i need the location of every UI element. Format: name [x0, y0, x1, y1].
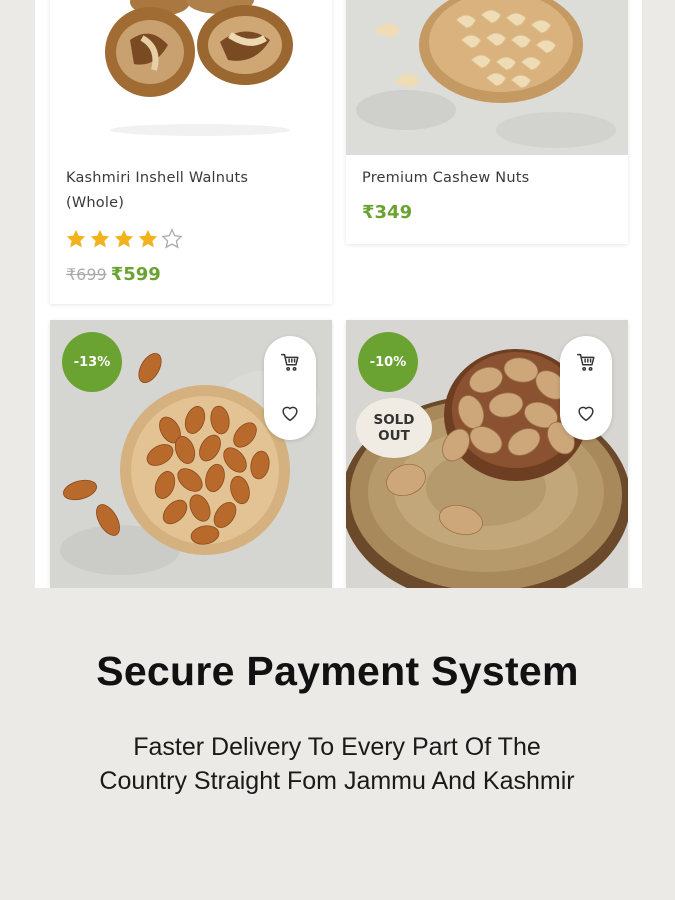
current-price: ₹599	[110, 264, 161, 285]
product-card-cashew[interactable]: Premium Cashew Nuts ₹349	[346, 0, 628, 244]
product-actions	[560, 336, 612, 440]
wishlist-button[interactable]	[277, 400, 303, 426]
star-filled-icon	[114, 229, 134, 248]
product-title[interactable]: Kashmiri Inshell Walnuts (Whole)	[66, 166, 306, 216]
star-empty-icon	[161, 228, 183, 249]
product-card-walnuts[interactable]: Kashmiri Inshell Walnuts (Whole) ₹699 ₹59…	[50, 0, 332, 304]
star-filled-icon	[90, 229, 110, 248]
star-filled-icon	[66, 229, 86, 248]
cart-icon	[281, 353, 299, 371]
current-price: ₹349	[362, 202, 413, 223]
price-row: ₹699 ₹599	[66, 264, 161, 285]
product-title[interactable]: Premium Cashew Nuts	[362, 166, 529, 191]
add-to-cart-button[interactable]	[277, 349, 303, 375]
heart-icon	[282, 406, 298, 422]
feature-description: Faster Delivery To Every Part Of The Cou…	[99, 733, 575, 795]
heart-icon	[578, 406, 594, 422]
star-filled-icon	[138, 229, 158, 248]
embedded-screenshot: Kashmiri Inshell Walnuts (Whole) ₹699 ₹59…	[35, 0, 642, 588]
product-image-cashew[interactable]	[346, 0, 628, 155]
feature-title: Secure Payment System	[96, 648, 579, 694]
wishlist-button[interactable]	[573, 400, 599, 426]
sold-out-badge: SOLD OUT	[356, 398, 432, 458]
product-actions	[264, 336, 316, 440]
price-row: ₹349	[362, 202, 412, 223]
rating-stars	[65, 228, 183, 250]
discount-badge: -13%	[62, 332, 122, 392]
discount-badge: -10%	[358, 332, 418, 392]
add-to-cart-button[interactable]	[573, 349, 599, 375]
old-price: ₹699	[66, 265, 107, 284]
product-image-walnuts[interactable]	[50, 0, 332, 140]
cart-icon	[577, 353, 595, 371]
product-card-almonds[interactable]: -13%	[50, 320, 332, 588]
product-card-almond-inshell[interactable]: -10% SOLD OUT	[346, 320, 628, 588]
